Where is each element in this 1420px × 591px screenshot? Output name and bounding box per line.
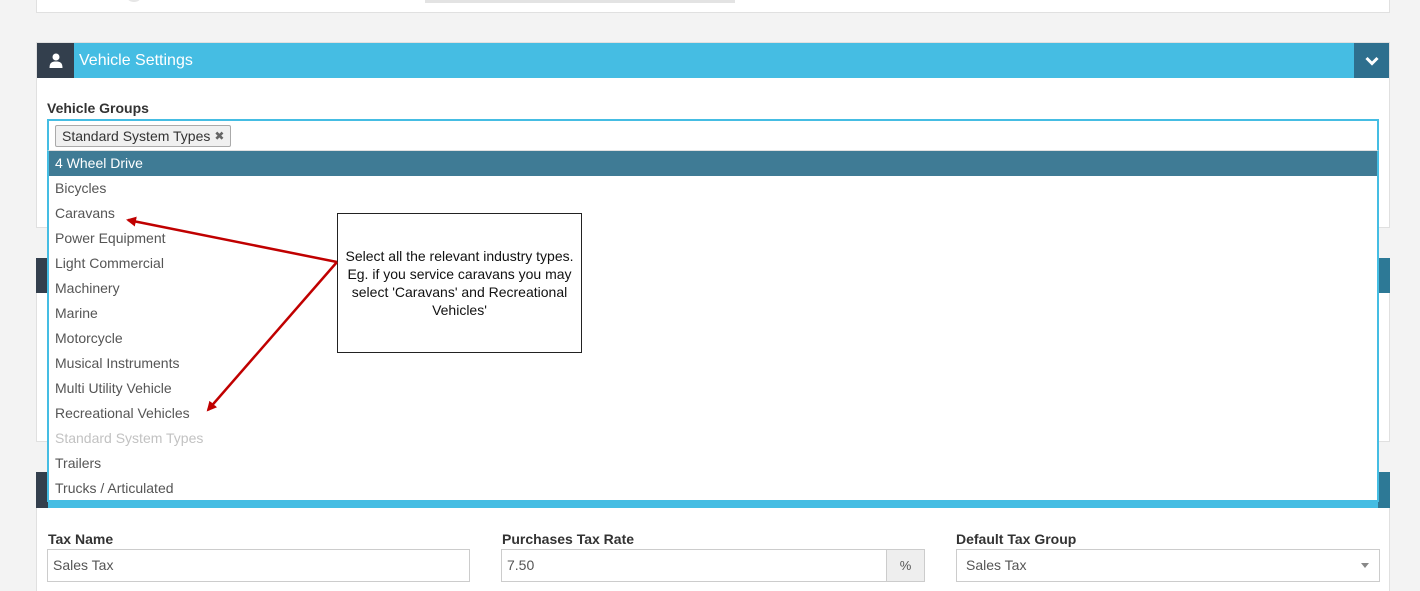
tax-name-label: Tax Name: [48, 531, 114, 547]
tax-panel-header-right: [1378, 472, 1390, 508]
dropdown-option-disabled: Standard System Types: [55, 430, 204, 446]
vehicle-settings-title: Vehicle Settings: [79, 52, 193, 69]
vehicle-settings-header: Vehicle Settings: [37, 43, 1389, 78]
dropdown-option[interactable]: Trailers: [49, 451, 1377, 476]
dropdown-option[interactable]: Trucks / Articulated: [49, 476, 1377, 501]
remove-tag-icon[interactable]: ✖: [214, 126, 224, 146]
default-tax-group-select[interactable]: Sales Tax: [956, 549, 1380, 582]
dropdown-option[interactable]: Light Commercial: [49, 251, 1377, 276]
vehicle-groups-dropdown: 4 Wheel Drive Bicycles Caravans Power Eq…: [47, 150, 1379, 502]
dropdown-option[interactable]: Marine: [49, 301, 1377, 326]
chevron-down-icon: [1364, 56, 1379, 66]
previous-panel-input: [425, 0, 735, 3]
background-panel-header-right: [1378, 258, 1390, 293]
dropdown-option[interactable]: Multi Utility Vehicle: [49, 376, 1377, 401]
annotation-callout: Select all the relevant industry types. …: [337, 213, 582, 353]
user-icon: [37, 43, 74, 78]
dropdown-option[interactable]: Recreational Vehicles: [49, 401, 1377, 426]
previous-panel-avatar: [125, 0, 143, 2]
percent-addon: %: [886, 549, 925, 582]
dropdown-option[interactable]: Bicycles: [49, 176, 1377, 201]
vehicle-groups-input[interactable]: Standard System Types ✖: [47, 119, 1379, 151]
collapse-button[interactable]: [1354, 43, 1389, 78]
default-tax-group-label: Default Tax Group: [956, 531, 1077, 547]
selected-tag-label: Standard System Types: [62, 128, 211, 144]
purchases-tax-rate-label: Purchases Tax Rate: [502, 531, 635, 547]
dropdown-option[interactable]: Musical Instruments: [49, 351, 1377, 376]
previous-panel: [36, 0, 1390, 13]
dropdown-option[interactable]: Power Equipment: [49, 226, 1377, 251]
selected-tag: Standard System Types ✖: [55, 125, 232, 147]
caret-down-icon: [1361, 563, 1369, 568]
dropdown-option[interactable]: Machinery: [49, 276, 1377, 301]
dropdown-option[interactable]: 4 Wheel Drive: [49, 151, 1377, 176]
purchases-tax-rate-input[interactable]: 7.50: [501, 549, 887, 582]
vehicle-groups-label: Vehicle Groups: [47, 100, 149, 116]
default-tax-group-value: Sales Tax: [966, 557, 1027, 573]
dropdown-option[interactable]: Caravans: [49, 201, 1377, 226]
tax-name-input[interactable]: Sales Tax: [47, 549, 470, 582]
dropdown-option[interactable]: Motorcycle: [49, 326, 1377, 351]
